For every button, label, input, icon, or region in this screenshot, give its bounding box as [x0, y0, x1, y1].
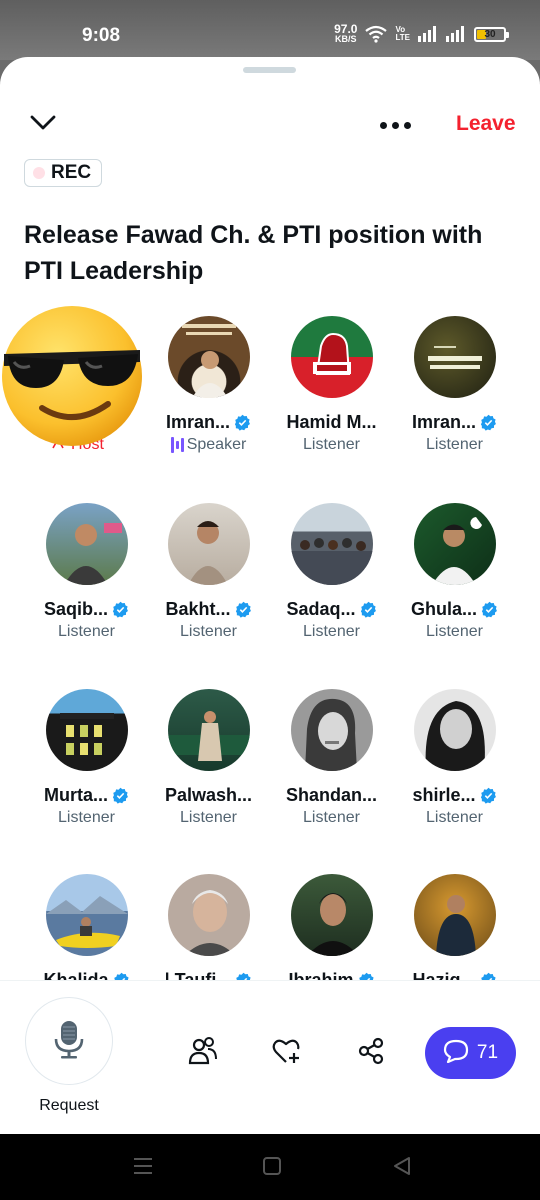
- record-dot-icon: [33, 167, 45, 179]
- verified-badge-icon: [480, 787, 497, 804]
- verified-badge-icon: [360, 601, 377, 618]
- heart-plus-icon: [272, 1037, 302, 1070]
- wifi-icon: [365, 25, 388, 43]
- woman-bw-avatar: [290, 689, 373, 771]
- verified-badge-icon: [235, 972, 252, 980]
- chevron-down-icon: [29, 114, 57, 137]
- man-autumn-avatar: [413, 874, 496, 956]
- participant-item[interactable]: Khalida: [25, 874, 148, 980]
- more-dot-icon: [379, 121, 387, 129]
- pti-fist-logo-avatar: [290, 316, 373, 398]
- volte-indicator: Vo LTE: [395, 25, 410, 42]
- participant-item[interactable]: Shandan... Listener: [270, 689, 393, 827]
- menu-nav-button[interactable]: [132, 1156, 154, 1181]
- verified-badge-icon: [480, 972, 497, 980]
- network-speed: 97.0 KB/S: [334, 22, 358, 44]
- system-nav-bar: [0, 1134, 540, 1200]
- participant-item[interactable]: Sadaq... Listener: [270, 503, 393, 641]
- home-square-icon: [262, 1156, 282, 1181]
- crowd-avatar: [290, 503, 373, 585]
- space-sheet: Leave REC Release Fawad Ch. & PTI positi…: [0, 57, 540, 1134]
- status-time: 9:08: [82, 25, 121, 46]
- bottom-action-bar: Request 71: [0, 980, 540, 1134]
- back-nav-button[interactable]: [392, 1156, 412, 1181]
- girl-bw-avatar: [413, 689, 496, 771]
- verified-badge-icon: [481, 601, 498, 618]
- participant-item[interactable]: Saqib... Listener: [25, 503, 148, 641]
- participant-item[interactable]: Imran... Listener: [393, 316, 516, 454]
- home-nav-button[interactable]: [262, 1156, 282, 1181]
- kayak-avatar: [45, 874, 128, 956]
- woman-green-room-avatar: [167, 689, 250, 771]
- speaker-bars-icon: [170, 437, 184, 453]
- older-man-avatar: [167, 874, 250, 956]
- menu-lines-icon: [132, 1156, 154, 1181]
- drag-handle[interactable]: [243, 67, 296, 73]
- verified-badge-icon: [112, 601, 129, 618]
- participant-item[interactable]: Murta... Listener: [25, 689, 148, 827]
- comment-count: 71: [476, 1042, 499, 1063]
- people-icon: [188, 1036, 218, 1070]
- verified-badge-icon: [480, 414, 497, 431]
- verified-badge-icon: [112, 787, 129, 804]
- participant-item[interactable]: Haziq...: [393, 874, 516, 980]
- man-portrait-avatar: [167, 503, 250, 585]
- share-button[interactable]: [354, 1036, 388, 1070]
- verified-badge-icon: [113, 972, 130, 980]
- microphone-icon: [52, 1019, 86, 1064]
- share-icon: [357, 1037, 385, 1070]
- participant-item[interactable]: shirle... Listener: [393, 689, 516, 827]
- man-with-flag-avatar: [413, 503, 496, 585]
- participant-item[interactable]: Bakht... Listener: [147, 503, 270, 641]
- battery-icon: 30: [474, 26, 509, 42]
- participant-item[interactable]: Palwash... Listener: [147, 689, 270, 827]
- people-button[interactable]: [186, 1036, 220, 1070]
- collapse-button[interactable]: [26, 112, 60, 138]
- leave-button[interactable]: Leave: [456, 112, 516, 136]
- sunglasses-emoji-sticker: [0, 300, 148, 448]
- verified-badge-icon: [235, 601, 252, 618]
- more-options-button[interactable]: [376, 115, 414, 135]
- young-man-avatar: [290, 874, 373, 956]
- request-label: Request: [39, 1097, 99, 1114]
- signal-icon-2: [446, 26, 466, 42]
- recording-badge: REC: [24, 159, 103, 187]
- imran-khan-avatar: [167, 316, 250, 398]
- participant-item[interactable]: Imran... Speaker: [147, 316, 270, 454]
- react-button[interactable]: [270, 1036, 304, 1070]
- verified-badge-icon: [234, 414, 251, 431]
- request-mic-button[interactable]: [25, 997, 113, 1085]
- status-icons: 97.0 KB/S Vo LTE 30: [334, 22, 509, 44]
- man-in-suit-avatar: [45, 503, 128, 585]
- comments-button[interactable]: 71: [425, 1027, 516, 1079]
- comment-bubble-icon: [443, 1039, 469, 1068]
- participant-item[interactable]: Hamid M... Listener: [270, 316, 393, 454]
- back-triangle-icon: [392, 1156, 412, 1181]
- participant-item[interactable]: | Taufi...: [147, 874, 270, 980]
- verified-badge-icon: [358, 972, 375, 980]
- space-title: Release Fawad Ch. & PTI position with PT…: [24, 221, 483, 285]
- status-bar: 9:08 97.0 KB/S Vo LTE 30: [0, 0, 540, 60]
- building-avatar: [45, 689, 128, 771]
- allah-is-the-best-of-planners-avatar: [413, 316, 496, 398]
- signal-icon: [418, 26, 438, 42]
- participant-item[interactable]: Ibrahim: [270, 874, 393, 980]
- participant-item[interactable]: Ghula... Listener: [393, 503, 516, 641]
